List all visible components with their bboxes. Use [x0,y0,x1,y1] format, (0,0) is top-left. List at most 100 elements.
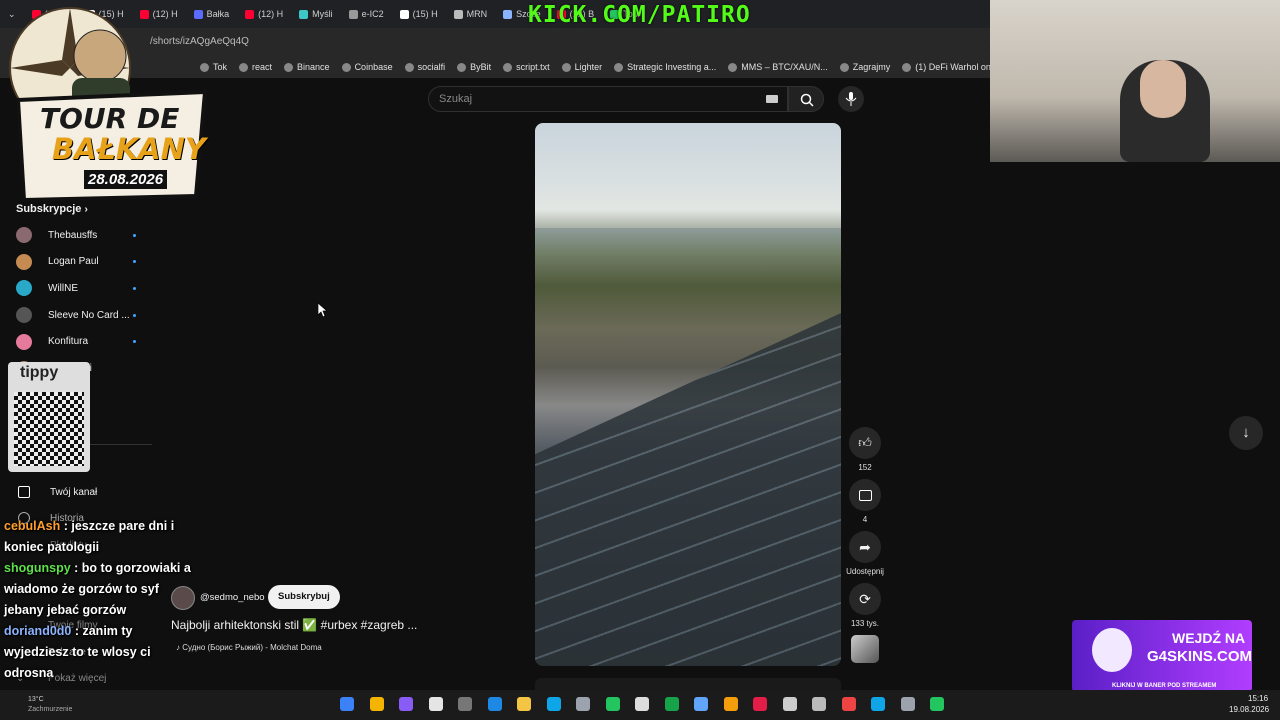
clock-date[interactable]: 19.08.2026 [1229,705,1269,714]
clock-time[interactable]: 15:16 [1248,694,1268,703]
tab-favicon-icon [245,9,255,19]
bookmark-item[interactable]: Zagrajmy [839,62,890,72]
bookmark-icon [728,62,738,72]
taskbar-app-icon[interactable] [812,697,826,711]
browser-tab[interactable]: (15) H [392,0,446,28]
tab-label: MRN [466,9,488,19]
bookmark-item[interactable]: ByBit [457,62,491,72]
subscribe-button[interactable]: Subskrybuj [268,585,340,609]
taskbar-app-icon[interactable] [930,697,944,711]
bookmark-label: ByBit [470,62,492,72]
thumb-up-icon: 👍︎ [858,435,872,450]
webcam-overlay [990,0,1280,162]
channel-handle[interactable]: @sedmo_nebo [200,592,265,603]
taskbar-app-icon[interactable] [428,697,443,711]
chat-username[interactable]: doriand0d0 [4,624,71,638]
bookmark-icon [239,62,249,72]
bookmark-item[interactable]: react [239,62,272,72]
browser-tab[interactable]: (12) H [237,0,291,28]
g4skins-ad-banner[interactable]: WEJDŹ NA G4SKINS.COM KLIKNIJ W BANER POD… [1072,620,1252,692]
like-button[interactable]: 👍︎ [849,427,881,459]
remix-button[interactable]: ⟳ [849,583,881,615]
taskbar-app-icon[interactable] [605,697,620,711]
weather-temp[interactable]: 13°C [28,696,44,703]
chat-username[interactable]: shogunspy [4,561,71,575]
next-short-preview[interactable] [535,678,841,690]
taskbar-app-icon[interactable] [546,697,561,711]
comments-button[interactable] [849,479,881,511]
bookmark-item[interactable]: Strategic Investing a... [614,62,716,72]
taskbar-app-icon[interactable] [694,697,708,711]
keyboard-icon[interactable] [766,95,778,103]
tippy-logo: tippy [20,364,59,381]
taskbar-app-icon[interactable] [458,697,472,711]
taskbar-app-icon[interactable] [900,697,915,711]
taskbar-app-icon[interactable] [340,697,354,711]
tab-label: (12) H [258,9,284,19]
bookmark-item[interactable]: Coinbase [341,62,393,72]
bookmark-label: Strategic Investing a... [627,62,717,72]
chat-separator: : [60,519,72,533]
taskbar-app-icon[interactable] [782,697,797,711]
taskbar-app-icon[interactable] [871,697,885,711]
taskbar-app-icon[interactable] [369,697,384,711]
chat-message: doriand0d0 : zanim ty wyjedziesz to te w… [0,621,198,684]
search-icon [800,93,814,107]
search-button[interactable] [788,86,824,112]
tour-title-line1: TOUR DE [40,102,180,135]
taskbar-app-icon[interactable] [399,697,413,711]
next-video-button[interactable]: ↓ [1229,416,1263,450]
weather-desc[interactable]: Zachmurzenie [28,706,72,713]
sound-thumbnail[interactable] [851,635,879,663]
share-button[interactable]: ➦ [849,531,881,563]
tab-favicon-icon [503,9,513,19]
bookmark-icon [614,62,624,72]
bookmark-item[interactable]: MMS – BTC/XAU/N... [728,62,828,72]
bookmark-icon [284,62,294,72]
bookmark-label: Binance [297,62,330,72]
taskbar-app-icon[interactable] [487,697,502,711]
arrow-down-icon: ↓ [1242,424,1250,441]
streamer-face [1140,60,1186,118]
short-video-player[interactable] [535,123,841,666]
tour-date: 28.08.2026 [84,170,168,189]
sidebar-channel[interactable]: Sleeve No Card ... [16,305,136,325]
sidebar-channel[interactable]: Konfitura [16,332,136,352]
building-facade [535,313,841,666]
bookmark-item[interactable]: Binance [284,62,330,72]
taskbar-app-icon[interactable] [841,697,856,711]
kick-url-banner: KICK.COM/PATIRO [528,2,751,28]
city-skyline [535,228,841,258]
sidebar-channel[interactable]: Thebausffs [16,225,136,245]
browser-tab[interactable]: MRN [446,0,496,28]
search-input[interactable] [428,86,788,112]
browser-tab[interactable]: e-IC2 [341,0,392,28]
taskbar-app-icon[interactable] [664,697,679,711]
browser-tab[interactable]: Myśli [291,0,341,28]
bookmark-item[interactable]: script.txt [503,62,550,72]
bookmark-label: Tok [213,62,228,72]
video-title[interactable]: Najbolji arhitektonski stil ✅ #urbex #za… [171,618,417,632]
bookmark-item[interactable]: Lighter [561,62,602,72]
comment-icon [858,489,872,501]
bookmark-label: script.txt [516,62,550,72]
sidebar-item-label: Twój kanał [50,486,98,498]
share-icon: ➦ [859,538,871,555]
sidebar-channel[interactable]: Logan Paul [16,252,136,272]
sidebar-channel[interactable]: WillNE [16,278,136,298]
taskbar-app-icon[interactable] [517,697,531,711]
taskbar-app-icon[interactable] [723,697,738,711]
chat-username[interactable]: cebulAsh [4,519,60,533]
taskbar-app-icon[interactable] [753,697,767,711]
sidebar-item-your-channel[interactable]: Twój kanał [16,482,136,502]
bookmark-icon [341,62,351,72]
tab-favicon-icon [399,9,409,19]
bookmark-label: react [252,62,273,72]
bookmark-item[interactable]: (1) DeFi Warhol on... [902,62,990,72]
like-count: 152 [858,463,872,472]
taskbar-app-icon[interactable] [576,697,590,711]
bookmark-item[interactable]: socialfi [404,62,445,72]
search-placeholder: Szukaj [439,93,473,105]
voice-search-button[interactable] [838,86,864,112]
taskbar-app-icon[interactable] [635,697,649,711]
